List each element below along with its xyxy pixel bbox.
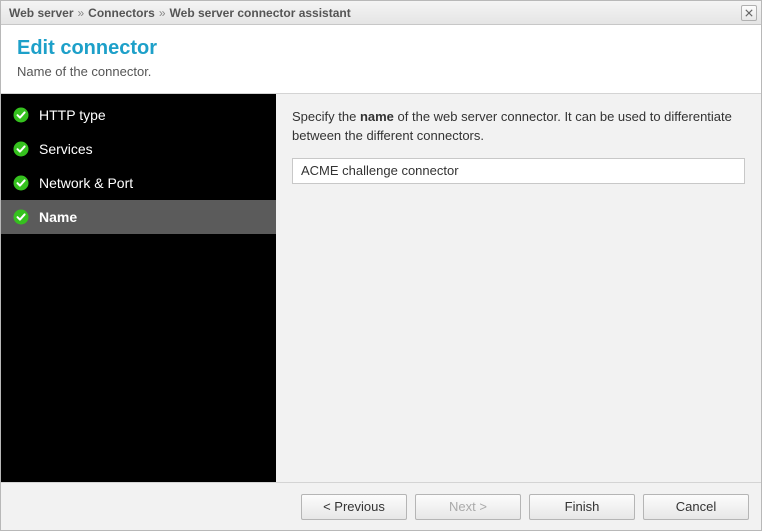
check-circle-icon [13,141,29,157]
instruction-pre: Specify the [292,109,360,124]
header-area: Edit connector Name of the connector. [1,25,761,94]
next-button: Next > [415,494,521,520]
wizard-steps-sidebar: HTTP type Services Network & Port [1,94,276,482]
finish-button[interactable]: Finish [529,494,635,520]
page-subtitle: Name of the connector. [17,64,745,79]
breadcrumb-item[interactable]: Web server [9,6,73,20]
breadcrumb-item[interactable]: Connectors [88,6,155,20]
wizard-step-label: Network & Port [39,175,133,191]
wizard-step-network-port[interactable]: Network & Port [1,166,276,200]
cancel-button[interactable]: Cancel [643,494,749,520]
wizard-step-services[interactable]: Services [1,132,276,166]
breadcrumb: Web server » Connectors » Web server con… [9,6,741,20]
connector-name-input[interactable] [292,158,745,184]
breadcrumb-separator: » [77,6,84,20]
page-title: Edit connector [17,37,745,60]
wizard-step-label: HTTP type [39,107,106,123]
wizard-step-name[interactable]: Name [1,200,276,234]
instruction-text: Specify the name of the web server conne… [292,108,745,146]
check-circle-icon [13,175,29,191]
body: HTTP type Services Network & Port [1,94,761,482]
breadcrumb-item: Web server connector assistant [170,6,351,20]
dialog: Web server » Connectors » Web server con… [0,0,762,531]
titlebar: Web server » Connectors » Web server con… [1,1,761,25]
instruction-bold: name [360,109,394,124]
content-panel: Specify the name of the web server conne… [276,94,761,482]
previous-button[interactable]: < Previous [301,494,407,520]
check-circle-icon [13,107,29,123]
wizard-step-label: Services [39,141,93,157]
footer: < Previous Next > Finish Cancel [1,482,761,530]
breadcrumb-separator: » [159,6,166,20]
close-icon [745,9,753,17]
wizard-step-label: Name [39,209,77,225]
wizard-step-http-type[interactable]: HTTP type [1,98,276,132]
close-button[interactable] [741,5,757,21]
check-circle-icon [13,209,29,225]
